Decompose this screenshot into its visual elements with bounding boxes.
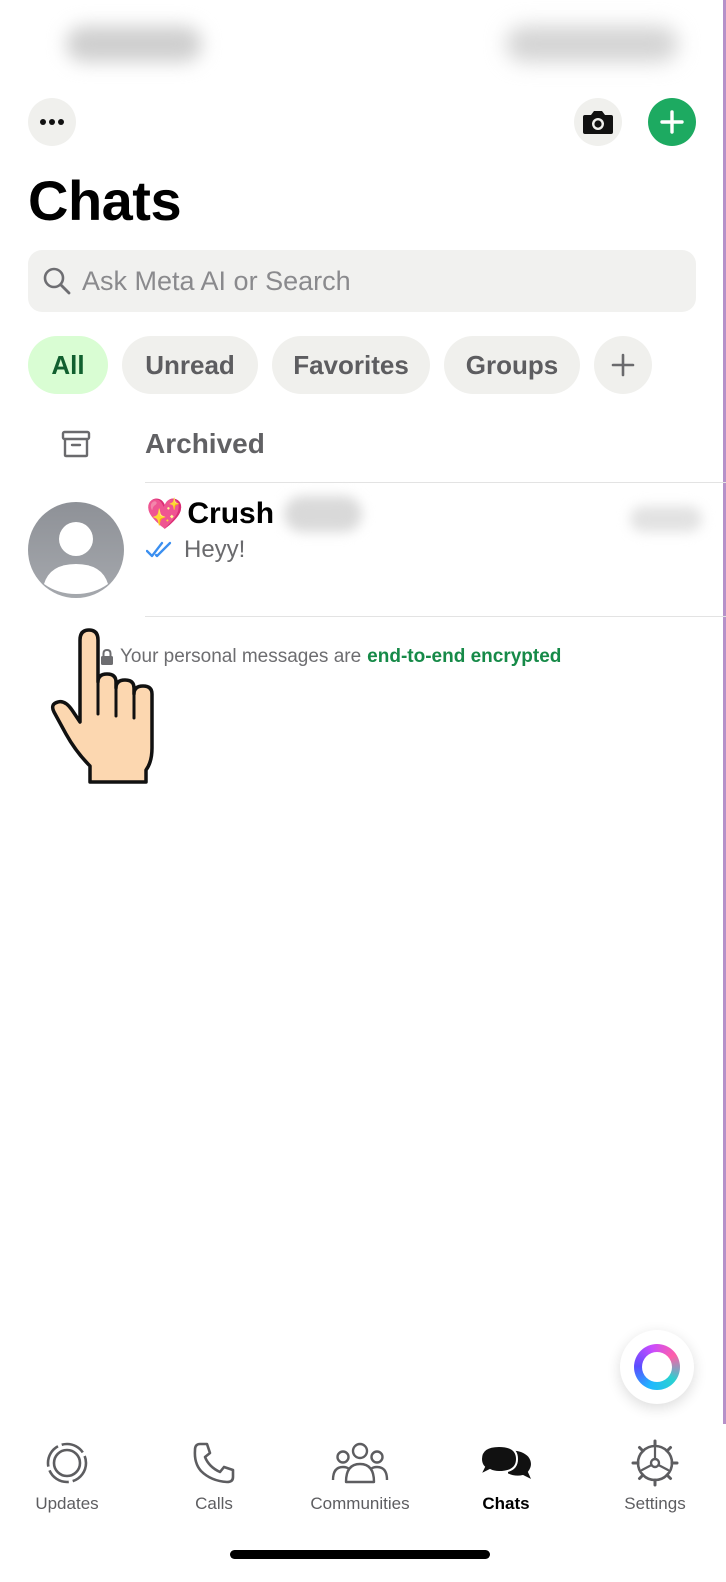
meta-ai-button[interactable] — [620, 1330, 694, 1404]
chat-row[interactable]: 💖 Crush Heyy! — [0, 484, 726, 616]
status-icons-blurred — [506, 26, 678, 62]
divider — [145, 616, 726, 617]
encryption-note: Your personal messages are end-to-end en… — [100, 646, 561, 668]
tab-label: Updates — [35, 1494, 99, 1513]
filter-chip-all[interactable]: All — [28, 336, 108, 394]
filter-chip-favorites[interactable]: Favorites — [272, 336, 430, 394]
archived-row[interactable]: Archived — [0, 414, 726, 482]
plus-icon — [660, 110, 684, 134]
avatar — [28, 502, 124, 598]
search-input[interactable] — [82, 265, 642, 297]
filter-chip-label: Unread — [145, 349, 235, 380]
search-bar[interactable] — [28, 250, 696, 312]
page-title: Chats — [28, 169, 182, 232]
home-indicator — [230, 1550, 490, 1559]
archive-icon — [61, 430, 91, 458]
filter-chip-label: All — [51, 349, 85, 380]
default-avatar-icon — [44, 522, 108, 594]
chat-preview: Heyy! — [146, 536, 245, 564]
ellipsis-icon — [40, 119, 64, 125]
search-icon — [43, 267, 71, 295]
tab-communities[interactable]: Communities — [300, 1438, 420, 1514]
filter-chip-groups[interactable]: Groups — [444, 336, 580, 394]
tab-label: Calls — [195, 1494, 233, 1513]
phone-icon — [193, 1442, 235, 1484]
status-time-blurred — [66, 26, 202, 62]
add-filter-button[interactable] — [594, 336, 652, 394]
status-bar — [0, 0, 726, 90]
tab-chats[interactable]: Chats — [446, 1438, 566, 1514]
tab-settings[interactable]: Settings — [595, 1438, 715, 1514]
updates-icon — [46, 1442, 88, 1484]
pointing-hand-icon — [50, 628, 154, 784]
encryption-link[interactable]: end-to-end encrypted — [367, 646, 561, 668]
more-options-button[interactable] — [28, 98, 76, 146]
chat-preview-text: Heyy! — [184, 536, 246, 563]
new-chat-button[interactable] — [648, 98, 696, 146]
double-check-icon — [146, 541, 172, 558]
divider — [145, 482, 726, 483]
camera-icon — [583, 111, 613, 134]
filter-chip-label: Groups — [465, 349, 559, 380]
tab-label: Communities — [310, 1494, 410, 1513]
chat-time-blurred — [630, 506, 702, 532]
communities-icon — [331, 1442, 389, 1484]
chat-name: 💖 Crush — [146, 496, 363, 532]
camera-button[interactable] — [574, 98, 622, 146]
sparkling-heart-emoji: 💖 — [146, 497, 184, 531]
tab-calls[interactable]: Calls — [154, 1438, 274, 1514]
filter-chip-unread[interactable]: Unread — [122, 336, 258, 394]
plus-icon — [611, 353, 635, 377]
name-blurred — [284, 496, 363, 532]
tab-label: Settings — [624, 1494, 686, 1513]
chat-name-text: Crush — [187, 497, 275, 530]
filter-chip-label: Favorites — [293, 349, 409, 380]
chats-icon — [477, 1444, 535, 1484]
tab-updates[interactable]: Updates — [7, 1438, 127, 1514]
tab-label: Chats — [482, 1494, 530, 1513]
archived-label: Archived — [145, 428, 265, 459]
settings-icon — [631, 1439, 679, 1487]
meta-ai-icon — [634, 1344, 680, 1390]
